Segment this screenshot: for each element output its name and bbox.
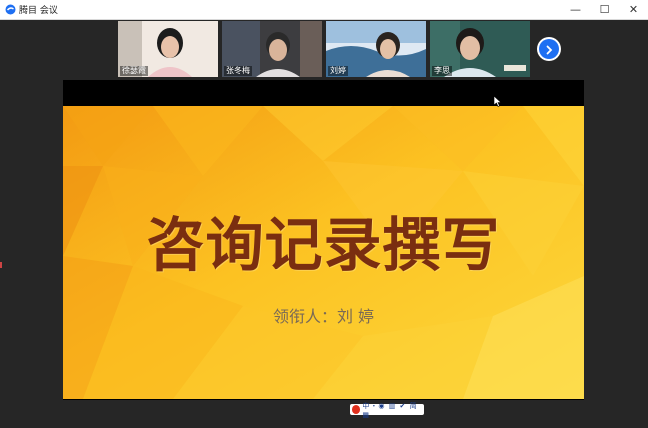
participant-name: 刘婷 [328, 66, 348, 76]
app-logo-icon [5, 4, 16, 15]
window-controls: — ☐ ✕ [561, 0, 648, 19]
chevron-right-icon [544, 40, 554, 59]
participant-tile[interactable]: 徐瑟霞 [118, 21, 218, 77]
ime-logo-icon [352, 405, 361, 414]
participant-name: 张冬梅 [224, 66, 252, 76]
participant-name: 李思 [432, 66, 452, 76]
presentation-slide: 咨询记录撰写 领衔人：刘 婷 [63, 106, 584, 399]
slide-title: 咨询记录撰写 [146, 211, 501, 279]
ime-status-text: 中・◉ ▥ ✔ 简 ▦ [362, 401, 418, 419]
participant-tile[interactable]: 张冬梅 [222, 21, 322, 77]
slide-presenter: 领衔人：刘 婷 [272, 307, 375, 326]
close-button[interactable]: ✕ [619, 0, 648, 19]
window-title: 腾目 会议 [19, 6, 58, 16]
next-participants-button[interactable] [539, 39, 559, 59]
title-bar: 腾目 会议 — ☐ ✕ [0, 0, 648, 20]
ime-toolbar[interactable]: 中・◉ ▥ ✔ 简 ▦ [350, 402, 424, 419]
participant-strip: 徐瑟霞 张冬梅 刘婷 李思 [118, 21, 534, 78]
participant-name: 徐瑟霞 [120, 66, 148, 76]
mouse-cursor-icon [493, 92, 502, 111]
participant-tile[interactable]: 李思 [430, 21, 530, 77]
maximize-button[interactable]: ☐ [590, 0, 619, 19]
participant-tile-active[interactable]: 刘婷 [326, 21, 426, 77]
minimize-button[interactable]: — [561, 0, 590, 19]
window-edge-marker [0, 262, 2, 268]
